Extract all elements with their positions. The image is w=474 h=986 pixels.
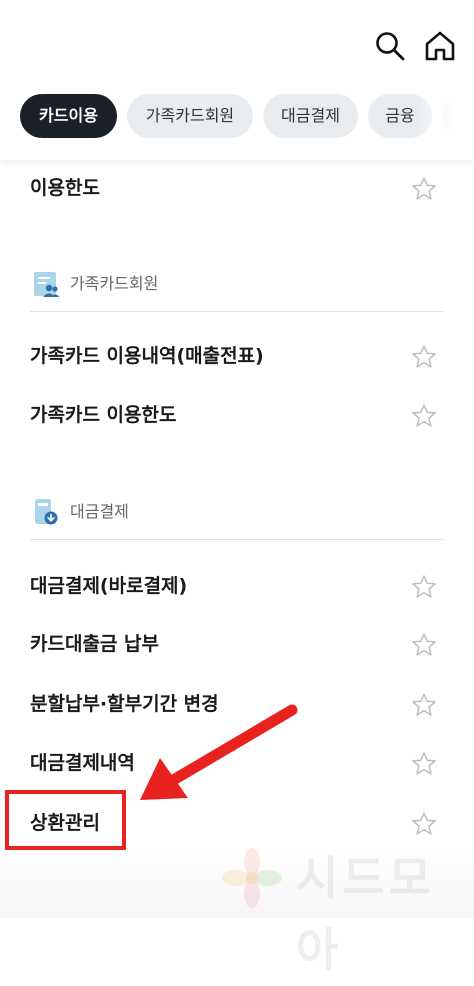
menu-item-label: 대금결제(바로결제) [30,575,188,597]
star-icon[interactable] [411,751,437,777]
section-header-family-card: 가족카드회원 [0,264,474,304]
section-title: 가족카드회원 [70,274,159,293]
menu-item-label: 이용한도 [30,177,100,199]
menu-item-label: 가족카드 이용내역(매출전표) [30,345,264,367]
star-icon[interactable] [411,344,437,370]
menu-item-loan-payment[interactable]: 카드대출금 납부 [0,619,474,669]
top-bar: 카드이용 가족카드회원 대금결제 금융 카 [0,0,474,160]
section-title: 대금결제 [70,502,129,521]
menu-item-label: 대금결제내역 [30,752,135,774]
watermark: 시드모아 [220,842,470,977]
menu-item-label: 분할납부·할부기간 변경 [30,693,219,715]
star-icon[interactable] [411,403,437,429]
tab-family-card[interactable]: 가족카드회원 [127,94,253,138]
tabs-fade [414,94,474,138]
section-divider [30,539,444,540]
menu-item-pay-now[interactable]: 대금결제(바로결제) [0,561,474,611]
tab-payment[interactable]: 대금결제 [263,94,358,138]
menu-item-family-usage-detail[interactable]: 가족카드 이용내역(매출전표) [0,331,474,381]
flower-logo-icon [220,846,284,910]
star-icon[interactable] [411,632,437,658]
menu-item-usage-limit[interactable]: 이용한도 [0,163,474,213]
tab-card-usage[interactable]: 카드이용 [20,94,117,138]
section-divider [30,311,444,312]
star-icon[interactable] [411,811,437,837]
menu-item-repayment[interactable]: 상환관리 [0,798,474,848]
menu-item-payment-history[interactable]: 대금결제내역 [0,738,474,788]
payment-card-icon [32,498,60,526]
watermark-text: 시드모아 [296,851,435,977]
menu-item-label: 카드대출금 납부 [30,633,159,655]
family-card-icon [32,270,60,298]
home-icon[interactable] [422,28,458,64]
menu-item-label: 가족카드 이용한도 [30,404,177,426]
section-header-payment: 대금결제 [0,492,474,532]
menu-item-installment-change[interactable]: 분할납부·할부기간 변경 [0,679,474,729]
star-icon[interactable] [411,574,437,600]
star-icon[interactable] [411,692,437,718]
search-icon[interactable] [372,28,408,64]
menu-list: 이용한도 가족카드회원 가족카드 이용내역(매출전표) 가족카드 이용한도 대금… [0,160,474,918]
star-icon[interactable] [411,176,437,202]
menu-item-label: 상환관리 [30,812,100,834]
category-tabs: 카드이용 가족카드회원 대금결제 금융 카 [0,94,474,138]
menu-item-family-limit[interactable]: 가족카드 이용한도 [0,390,474,440]
